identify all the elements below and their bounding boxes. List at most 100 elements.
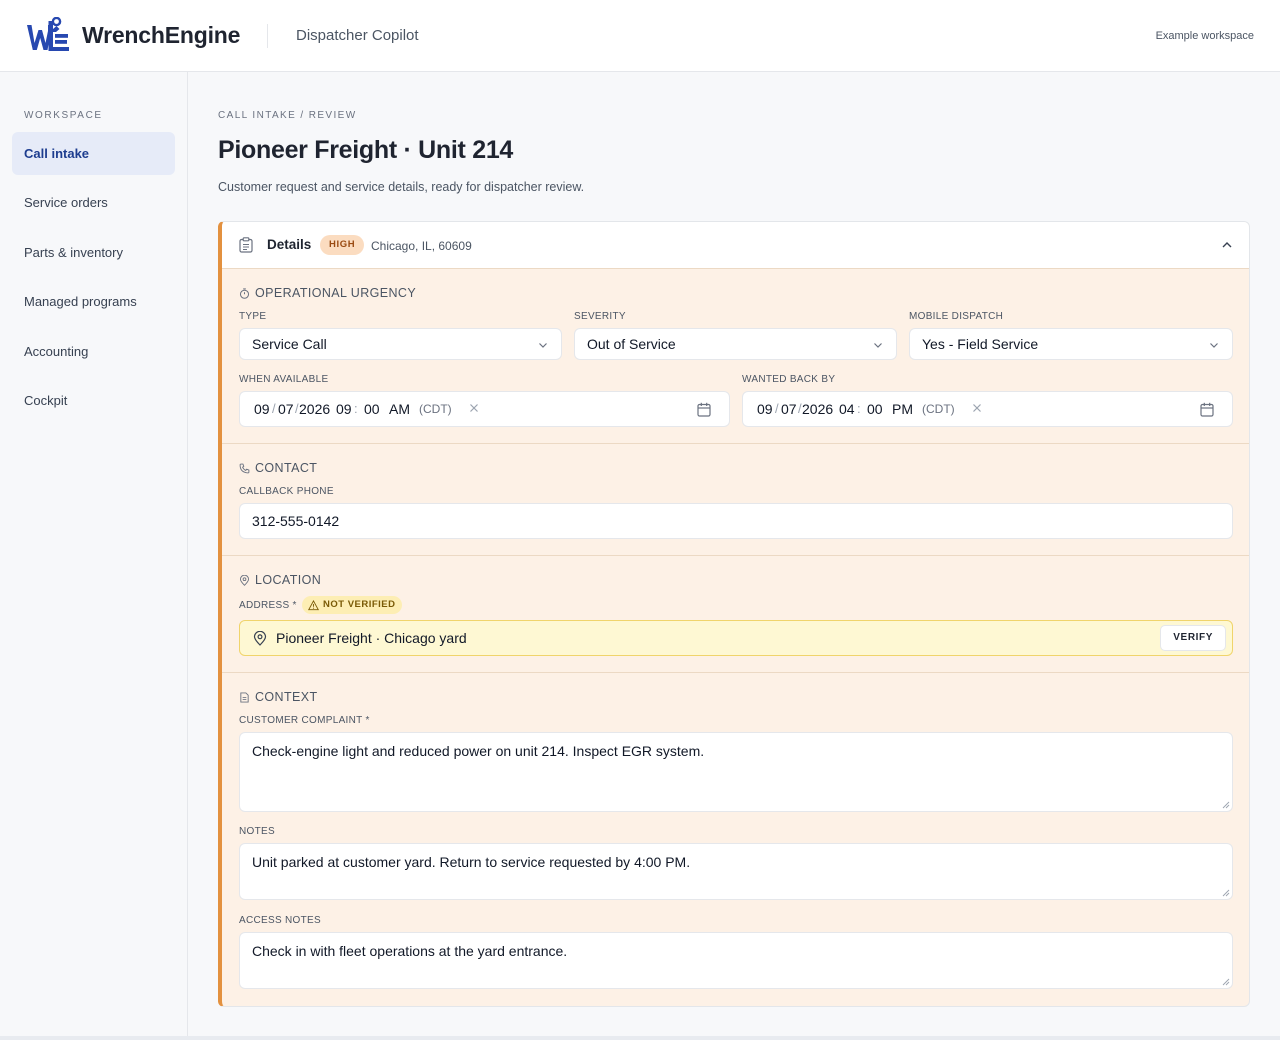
brand-name: WrenchEngine xyxy=(82,22,241,48)
complaint-value: Check-engine light and reduced power on … xyxy=(252,743,705,759)
chevron-down-icon xyxy=(539,343,547,348)
mobile-dispatch-select[interactable]: Yes - Field Service xyxy=(909,328,1233,360)
clipboard-icon xyxy=(239,237,253,253)
breadcrumb: CALL INTAKE / REVIEW xyxy=(218,110,357,121)
document-icon xyxy=(240,691,249,703)
address-input[interactable]: Pioneer Freight · Chicago yard VERIFY xyxy=(239,620,1233,656)
complaint-label: CUSTOMER COMPLAINT * xyxy=(239,715,370,726)
resize-handle-icon[interactable] xyxy=(1222,978,1230,986)
chevron-up-icon[interactable] xyxy=(1220,238,1234,252)
chevron-down-icon xyxy=(1210,343,1218,348)
wrenchengine-logo[interactable] xyxy=(26,17,70,53)
wa-ampm[interactable]: AM xyxy=(389,401,410,417)
sidebar-item-accounting[interactable]: Accounting xyxy=(12,330,175,373)
address-value: Pioneer Freight · Chicago yard xyxy=(276,630,467,646)
customer-complaint-textarea[interactable]: Check-engine light and reduced power on … xyxy=(239,732,1233,812)
section-title-text: CONTEXT xyxy=(255,690,318,704)
map-pin-icon xyxy=(240,574,249,586)
location-summary: Chicago, IL, 60609 xyxy=(371,239,472,253)
sidebar-item-call-intake[interactable]: Call intake xyxy=(12,132,175,175)
when-available-label: WHEN AVAILABLE xyxy=(239,374,329,385)
when-available-datetime[interactable]: 09 / 07 / 2026 09 : 00 AM (CDT) xyxy=(239,391,730,427)
access-notes-value: Check in with fleet operations at the ya… xyxy=(252,943,568,959)
sidebar-heading: WORKSPACE xyxy=(24,110,103,121)
date-sep: / xyxy=(775,401,779,416)
section-title-text: CONTACT xyxy=(255,461,318,475)
details-header[interactable]: Details HIGH Chicago, IL, 60609 xyxy=(222,222,1249,269)
workspace-label[interactable]: Example workspace xyxy=(1156,30,1254,42)
address-label: ADDRESS * xyxy=(239,600,297,611)
page-subtitle: Customer request and service details, re… xyxy=(218,180,585,194)
mobile-dispatch-label: MOBILE DISPATCH xyxy=(909,311,1004,322)
details-title: Details xyxy=(267,237,312,252)
notes-label: NOTES xyxy=(239,826,275,837)
verify-button[interactable]: VERIFY xyxy=(1160,625,1226,651)
mobile-dispatch-value: Yes - Field Service xyxy=(922,336,1039,352)
severity-value: Out of Service xyxy=(587,336,676,352)
section-divider xyxy=(222,672,1249,673)
resize-handle-icon[interactable] xyxy=(1222,801,1230,809)
time-sep: : xyxy=(354,401,358,416)
calendar-icon[interactable] xyxy=(697,402,711,417)
section-context: CONTEXT xyxy=(239,690,318,704)
clear-icon[interactable] xyxy=(468,402,480,414)
map-pin-icon xyxy=(253,631,267,646)
type-label: TYPE xyxy=(239,311,267,322)
severity-label: SEVERITY xyxy=(574,311,626,322)
type-value: Service Call xyxy=(252,336,327,352)
wb-day[interactable]: 07 xyxy=(781,401,797,417)
phone-icon xyxy=(239,463,250,473)
notes-value: Unit parked at customer yard. Return to … xyxy=(252,854,691,870)
wb-year[interactable]: 2026 xyxy=(802,401,833,417)
access-notes-textarea[interactable]: Check in with fleet operations at the ya… xyxy=(239,932,1233,989)
section-title-text: OPERATIONAL URGENCY xyxy=(255,286,417,300)
access-notes-label: ACCESS NOTES xyxy=(239,915,321,926)
details-card: Details HIGH Chicago, IL, 60609 OPERATIO… xyxy=(218,221,1250,1007)
section-contact: CONTACT xyxy=(239,461,317,475)
warning-icon xyxy=(308,599,319,610)
wb-month[interactable]: 09 xyxy=(757,401,773,417)
wb-hour[interactable]: 04 xyxy=(839,401,855,417)
wanted-back-datetime[interactable]: 09 / 07 / 2026 04 : 00 PM (CDT) xyxy=(742,391,1233,427)
calendar-icon[interactable] xyxy=(1200,402,1214,417)
page-bottom-edge xyxy=(0,1036,1280,1040)
timer-icon xyxy=(239,287,250,299)
wa-month[interactable]: 09 xyxy=(254,401,270,417)
sidebar-item-service-orders[interactable]: Service orders xyxy=(12,181,175,224)
severity-select[interactable]: Out of Service xyxy=(574,328,897,360)
wa-hour[interactable]: 09 xyxy=(336,401,352,417)
wa-minute[interactable]: 00 xyxy=(364,401,380,417)
section-title-text: LOCATION xyxy=(255,573,322,587)
chevron-down-icon xyxy=(874,343,882,348)
wanted-back-label: WANTED BACK BY xyxy=(742,374,836,385)
top-bar: WrenchEngine Dispatcher Copilot Example … xyxy=(0,0,1280,72)
section-divider xyxy=(222,555,1249,556)
page-title: Pioneer Freight · Unit 214 xyxy=(218,136,514,164)
section-location: LOCATION xyxy=(239,573,321,587)
sidebar-item-parts-inventory[interactable]: Parts & inventory xyxy=(12,231,175,274)
not-verified-badge: NOT VERIFIED xyxy=(302,596,402,614)
section-divider xyxy=(222,443,1249,444)
section-operational-urgency: OPERATIONAL URGENCY xyxy=(239,286,416,300)
header-divider xyxy=(267,24,268,48)
priority-badge: HIGH xyxy=(320,235,365,255)
wa-year[interactable]: 2026 xyxy=(299,401,330,417)
sidebar: WORKSPACE Call intake Service orders Par… xyxy=(0,72,188,1040)
date-sep: / xyxy=(272,401,276,416)
sidebar-item-cockpit[interactable]: Cockpit xyxy=(12,379,175,422)
clear-icon[interactable] xyxy=(971,402,983,414)
app-name: Dispatcher Copilot xyxy=(296,27,419,44)
callback-phone-input[interactable]: 312-555-0142 xyxy=(239,503,1233,539)
notes-textarea[interactable]: Unit parked at customer yard. Return to … xyxy=(239,843,1233,900)
wb-timezone: (CDT) xyxy=(922,402,955,416)
wb-ampm[interactable]: PM xyxy=(892,401,913,417)
wa-day[interactable]: 07 xyxy=(278,401,294,417)
type-select[interactable]: Service Call xyxy=(239,328,562,360)
sidebar-item-managed-programs[interactable]: Managed programs xyxy=(12,280,175,323)
callback-phone-label: CALLBACK PHONE xyxy=(239,486,334,497)
wa-timezone: (CDT) xyxy=(419,402,452,416)
wb-minute[interactable]: 00 xyxy=(867,401,883,417)
verify-status-text: NOT VERIFIED xyxy=(323,599,396,610)
time-sep: : xyxy=(857,401,861,416)
resize-handle-icon[interactable] xyxy=(1222,889,1230,897)
